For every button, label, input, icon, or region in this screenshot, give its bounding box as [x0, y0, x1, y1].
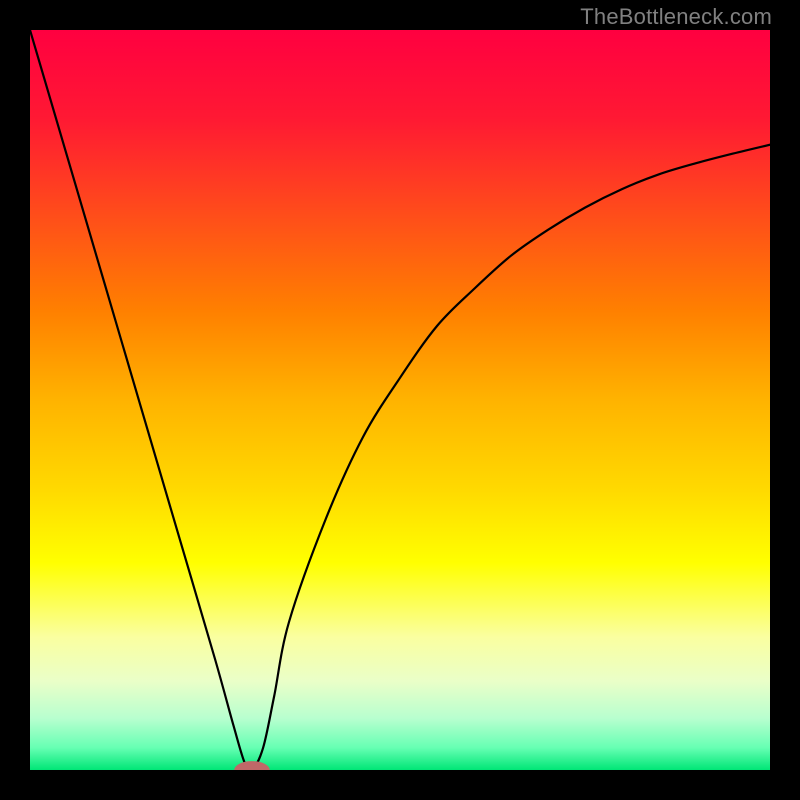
- watermark-text: TheBottleneck.com: [580, 4, 772, 30]
- chart-background: [30, 30, 770, 770]
- chart-svg: [30, 30, 770, 770]
- chart-plot-area: [30, 30, 770, 770]
- chart-frame: TheBottleneck.com: [0, 0, 800, 800]
